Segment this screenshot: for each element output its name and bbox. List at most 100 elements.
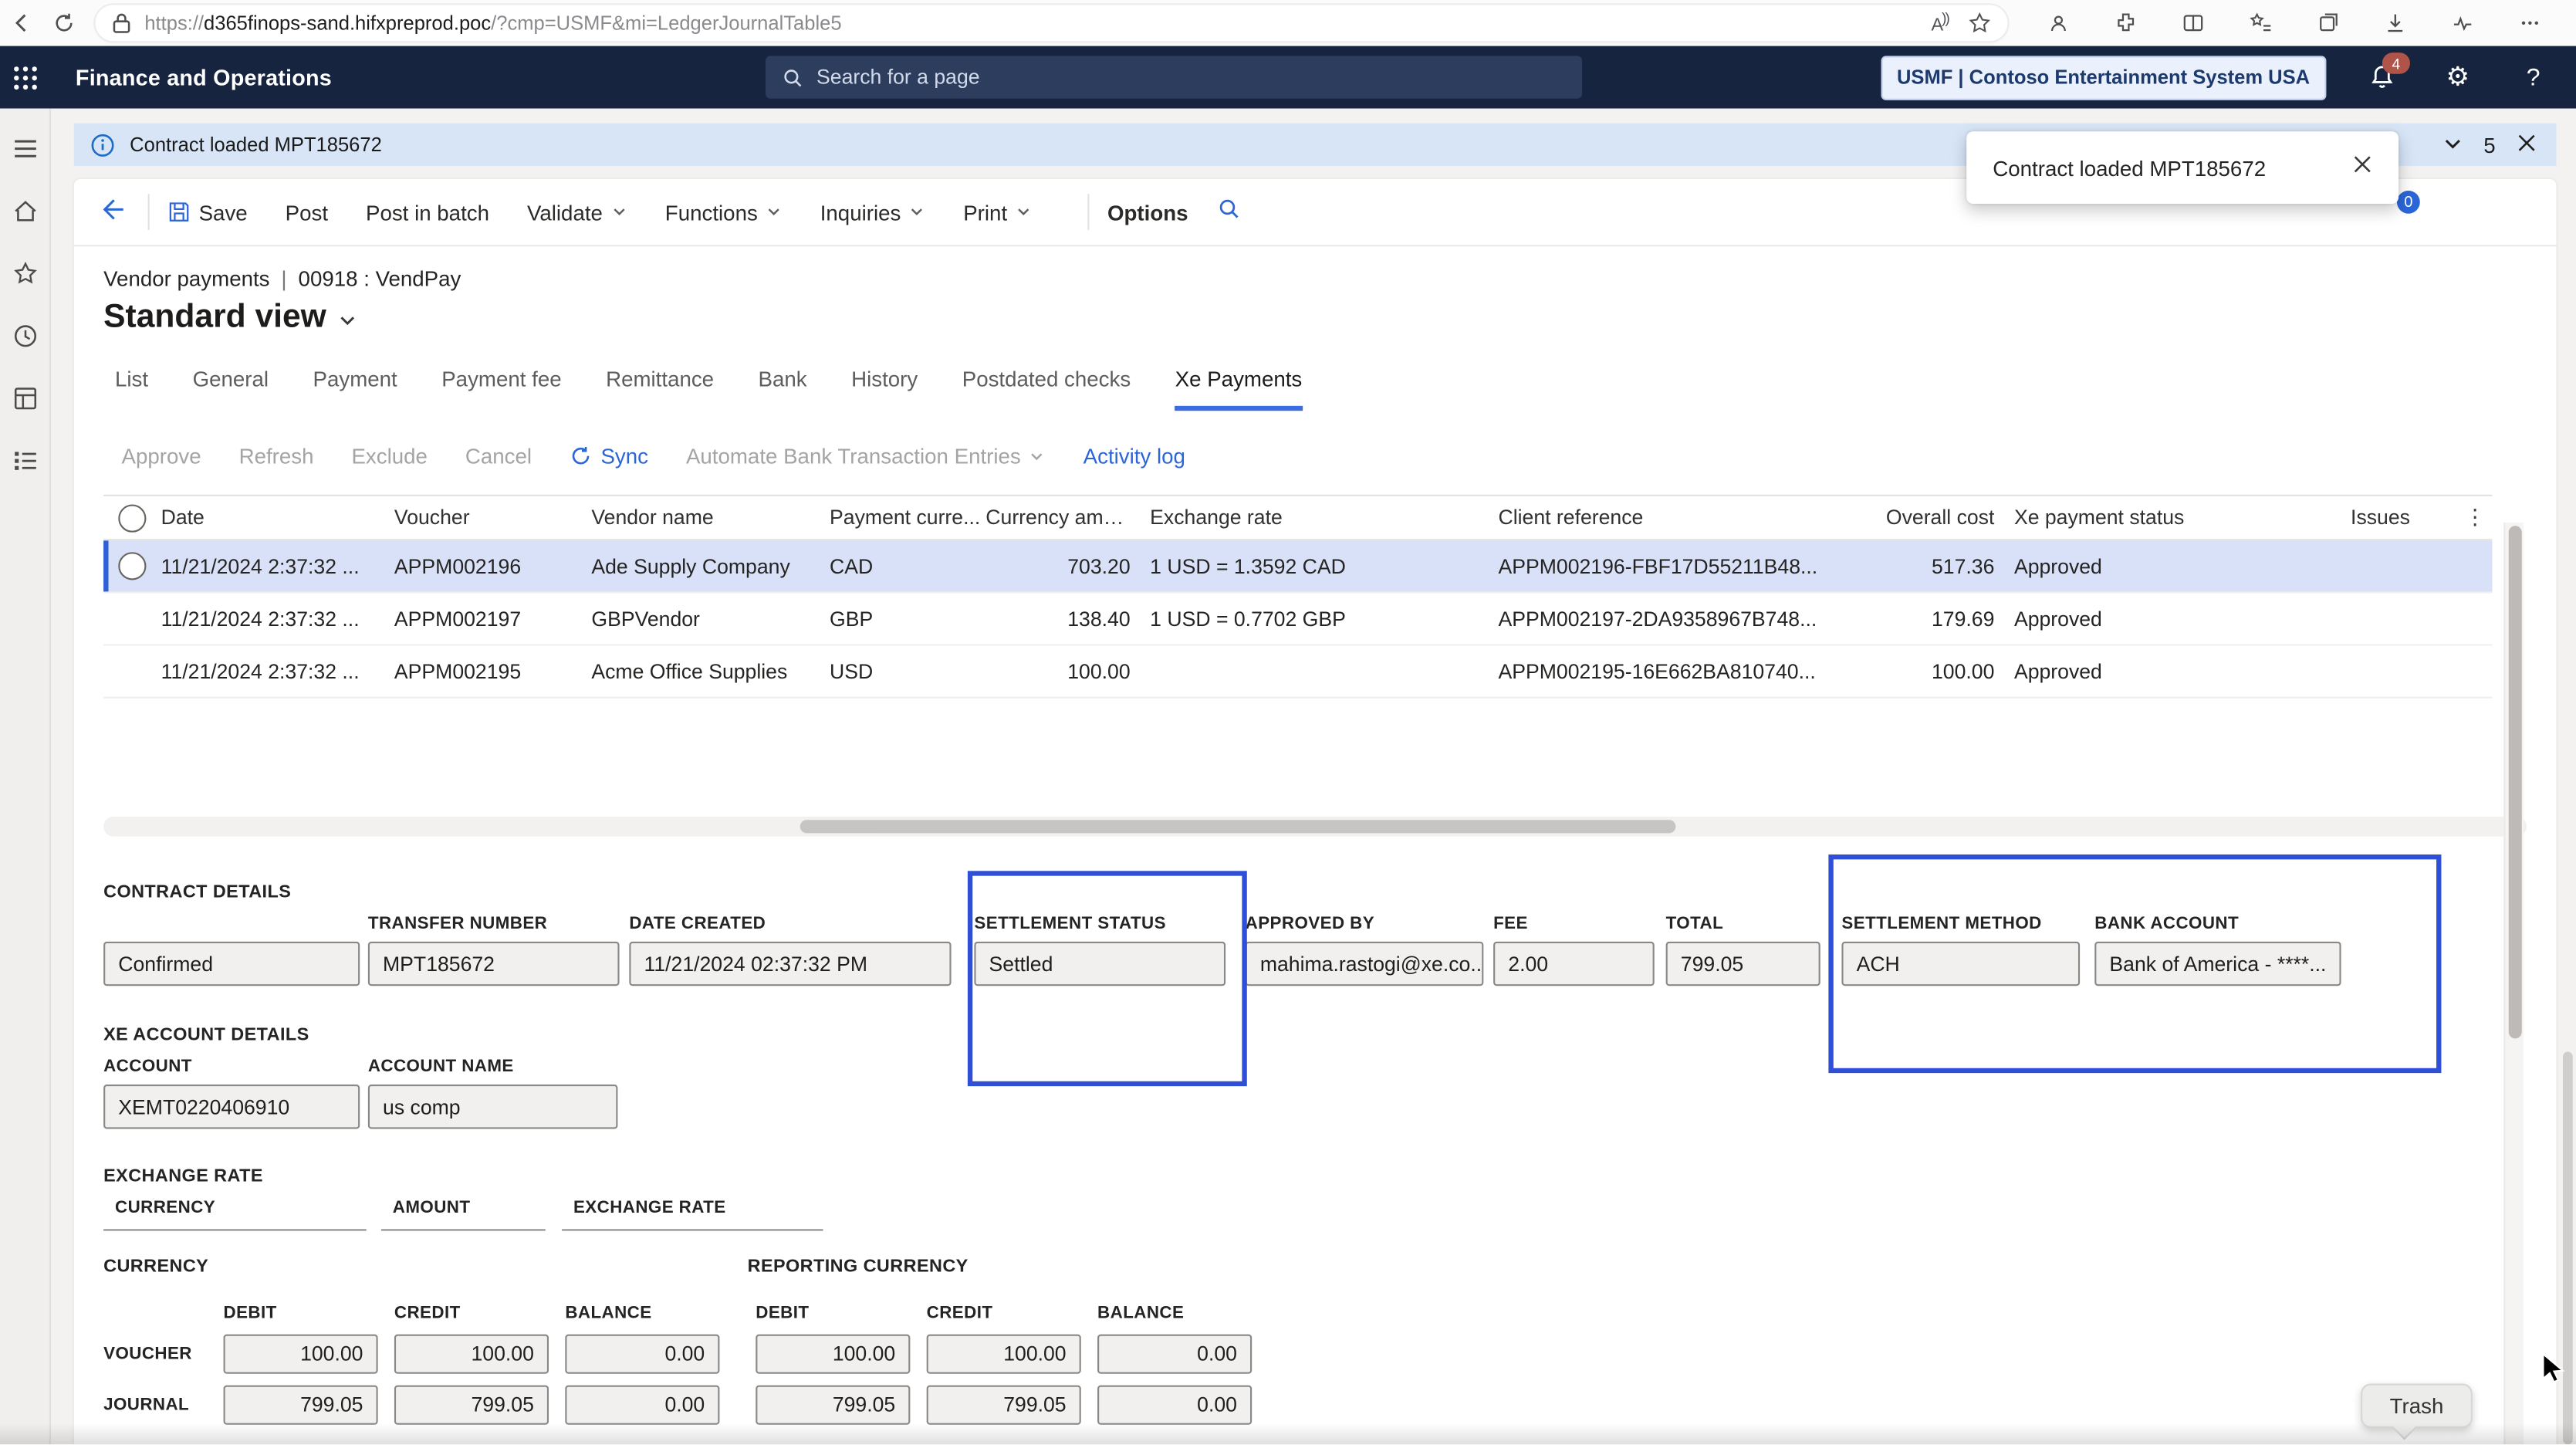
col-header-currency-amount[interactable]: Currency amo... — [985, 506, 1130, 530]
post-button[interactable]: Post — [286, 200, 328, 225]
refresh-button[interactable]: Refresh — [239, 444, 314, 469]
col-header-voucher[interactable]: Voucher — [394, 506, 591, 530]
activity-log-link[interactable]: Activity log — [1083, 444, 1185, 469]
grid-horizontal-scrollbar[interactable] — [103, 817, 2527, 837]
waffle-menu-icon[interactable] — [0, 46, 49, 109]
view-chevron-icon[interactable] — [338, 311, 356, 329]
validate-menu[interactable]: Validate — [527, 200, 627, 225]
journal-rep-debit-input[interactable]: 799.05 — [756, 1386, 910, 1425]
exclude-button[interactable]: Exclude — [351, 444, 427, 469]
col-header-client-reference[interactable]: Client reference — [1498, 506, 1876, 530]
col-header-issues[interactable]: Issues — [2244, 506, 2410, 530]
downloads-icon[interactable] — [2361, 5, 2428, 41]
help-icon[interactable]: ? — [2513, 58, 2553, 97]
open-in-new-window-icon[interactable] — [2500, 197, 2530, 226]
browser-essentials-icon[interactable] — [2428, 5, 2495, 41]
account-name-input[interactable]: us comp — [368, 1085, 618, 1129]
modules-list-icon[interactable] — [12, 447, 38, 473]
grid-row-2[interactable]: 11/21/2024 2:37:32 ... APPM002197 GBPVen… — [103, 594, 2492, 646]
journal-credit-input[interactable]: 799.05 — [394, 1386, 549, 1425]
workspaces-icon[interactable] — [12, 384, 38, 411]
breadcrumb-area[interactable]: Vendor payments — [103, 266, 269, 291]
profile-icon[interactable] — [2024, 5, 2091, 41]
col-header-overall-cost[interactable]: Overall cost — [1876, 506, 1994, 530]
split-screen-icon[interactable] — [2158, 5, 2226, 41]
total-input[interactable]: 799.05 — [1666, 942, 1820, 986]
tab-list[interactable]: List — [115, 367, 148, 411]
tab-history[interactable]: History — [851, 367, 918, 411]
journal-balance-input[interactable]: 0.00 — [565, 1386, 719, 1425]
favorites-bar-icon[interactable] — [2226, 5, 2294, 41]
page-back-icon[interactable] — [97, 195, 130, 228]
options-button[interactable]: Options — [1107, 200, 1188, 225]
journal-rep-credit-input[interactable]: 799.05 — [927, 1386, 1081, 1425]
select-all-radio[interactable] — [118, 503, 146, 531]
global-search-input[interactable]: Search for a page — [766, 56, 1582, 98]
settlement-method-input[interactable]: ACH — [1841, 942, 2080, 986]
window-scrollbar[interactable] — [2563, 1051, 2573, 1444]
transfer-number-input[interactable]: MPT185672 — [368, 942, 620, 986]
voucher-debit-input[interactable]: 100.00 — [224, 1335, 378, 1374]
scrollbar-thumb[interactable] — [2508, 526, 2521, 1038]
refresh-page-icon[interactable] — [2439, 197, 2469, 226]
toast-close-icon[interactable] — [2352, 154, 2378, 181]
tab-payment-fee[interactable]: Payment fee — [441, 367, 561, 411]
col-header-payment-currency[interactable]: Payment curre... — [830, 506, 985, 530]
settlement-status-input[interactable]: Settled — [974, 942, 1225, 986]
browser-menu-icon[interactable] — [2496, 5, 2563, 41]
col-header-date[interactable]: Date — [161, 506, 394, 530]
grid-row-3[interactable]: 11/21/2024 2:37:32 ... APPM002195 Acme O… — [103, 646, 2492, 699]
collections-icon[interactable] — [2294, 5, 2361, 41]
tab-general[interactable]: General — [193, 367, 269, 411]
print-menu[interactable]: Print — [963, 200, 1032, 225]
voucher-credit-input[interactable]: 100.00 — [394, 1335, 549, 1374]
post-in-batch-button[interactable]: Post in batch — [366, 200, 489, 225]
cancel-button[interactable]: Cancel — [465, 444, 532, 469]
extensions-icon[interactable] — [2091, 5, 2158, 41]
save-button[interactable]: Save — [167, 200, 248, 225]
settings-gear-icon[interactable]: ⚙ — [2438, 58, 2477, 97]
approve-button[interactable]: Approve — [122, 444, 201, 469]
address-bar[interactable]: https://d365finops-sand.hifxpreprod.poc/… — [95, 5, 2007, 41]
tab-postdated-checks[interactable]: Postdated checks — [962, 367, 1131, 411]
favorites-star-icon[interactable] — [12, 259, 38, 286]
command-search-icon[interactable] — [1218, 197, 1247, 226]
account-input[interactable]: XEMT0220406910 — [103, 1085, 360, 1129]
browser-refresh-icon[interactable] — [42, 5, 85, 41]
hamburger-menu-icon[interactable] — [12, 135, 38, 161]
tab-xe-payments[interactable]: Xe Payments — [1175, 367, 1303, 411]
col-header-exchange-rate[interactable]: Exchange rate — [1131, 506, 1499, 530]
voucher-rep-balance-input[interactable]: 0.00 — [1097, 1335, 1252, 1374]
contract-status-input[interactable]: Confirmed — [103, 942, 360, 986]
approved-by-input[interactable]: mahima.rastogi@xe.co... — [1246, 942, 1484, 986]
row-select-radio[interactable] — [118, 552, 146, 580]
journal-debit-input[interactable]: 799.05 — [224, 1386, 378, 1425]
voucher-rep-credit-input[interactable]: 100.00 — [927, 1335, 1081, 1374]
recent-clock-icon[interactable] — [12, 322, 38, 348]
fee-input[interactable]: 2.00 — [1493, 942, 1655, 986]
automate-bank-transaction-entries-menu[interactable]: Automate Bank Transaction Entries — [686, 444, 1046, 469]
notifications-bell-icon[interactable]: 4 — [2362, 58, 2402, 97]
form-vertical-scrollbar[interactable] — [2503, 523, 2524, 1444]
col-header-xe-payment-status[interactable]: Xe payment status — [1994, 506, 2244, 530]
company-picker[interactable]: USMF | Contoso Entertainment System USA — [1881, 55, 2327, 99]
tab-remittance[interactable]: Remittance — [606, 367, 714, 411]
read-aloud-icon[interactable]: A)) — [1932, 10, 1949, 36]
close-message-bar-icon[interactable] — [2517, 132, 2537, 157]
col-header-vendor-name[interactable]: Vendor name — [591, 506, 830, 530]
home-icon[interactable] — [12, 197, 38, 223]
browser-back-icon[interactable] — [0, 5, 42, 41]
expand-messages-chevron-icon[interactable] — [2442, 135, 2463, 155]
tab-bank[interactable]: Bank — [759, 367, 807, 411]
sync-button[interactable]: Sync — [570, 444, 648, 469]
journal-rep-balance-input[interactable]: 0.00 — [1097, 1386, 1252, 1425]
bank-account-input[interactable]: Bank of America - ****... — [2094, 942, 2341, 986]
scrollbar-thumb[interactable] — [800, 820, 1676, 833]
inquiries-menu[interactable]: Inquiries — [820, 200, 926, 225]
functions-menu[interactable]: Functions — [665, 200, 783, 225]
grid-options-icon[interactable]: ⋮ — [2464, 506, 2492, 530]
voucher-balance-input[interactable]: 0.00 — [565, 1335, 719, 1374]
date-created-input[interactable]: 11/21/2024 02:37:32 PM — [629, 942, 951, 986]
voucher-rep-debit-input[interactable]: 100.00 — [756, 1335, 910, 1374]
grid-row-1[interactable]: 11/21/2024 2:37:32 ... APPM002196 Ade Su… — [103, 540, 2492, 593]
